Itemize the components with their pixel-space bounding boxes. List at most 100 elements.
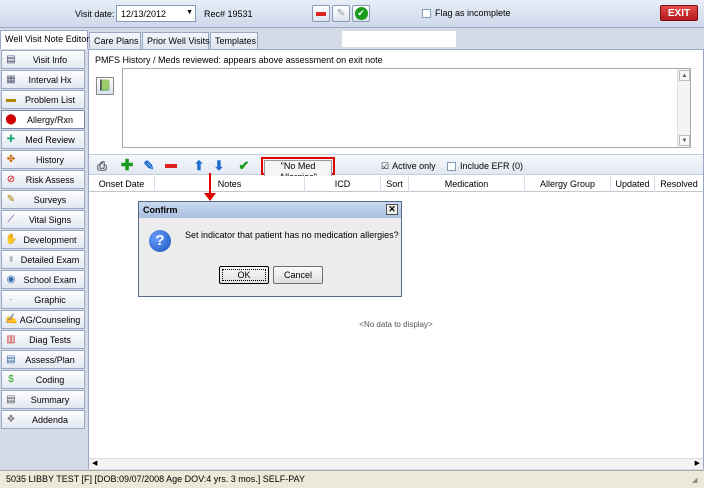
printer-icon[interactable]: ⎙	[94, 158, 110, 174]
include-efr-label: Include EFR (0)	[460, 161, 524, 171]
ok-button-label: OK	[222, 269, 266, 281]
sidebar-item-coding[interactable]: $ Coding	[1, 370, 85, 389]
med-review-icon: ✚	[6, 134, 16, 145]
remove-button[interactable]	[312, 5, 330, 22]
include-efr-option[interactable]: Include EFR (0)	[447, 161, 524, 172]
scroll-up-icon[interactable]: ▲	[679, 70, 690, 81]
risk-assess-icon: ⊘	[6, 174, 16, 185]
column-allergy-group[interactable]: Allergy Group	[525, 176, 611, 192]
surveys-icon: ✎	[6, 194, 16, 205]
move-down-icon[interactable]: ⬇	[211, 158, 227, 174]
tab-prior-well-visits[interactable]: Prior Well Visits	[142, 32, 210, 49]
tab-well-visit-note-editor[interactable]: Well Visit Note Editor	[0, 30, 89, 49]
sidebar-item-problem-list[interactable]: ▬ Problem List	[1, 90, 85, 109]
dialog-message: Set indicator that patient has no medica…	[185, 230, 399, 240]
add-icon[interactable]: ✚	[119, 158, 135, 174]
allergy-icon: ⬤	[5, 114, 17, 125]
no-med-allergies-button[interactable]: "No Med Allergies"	[261, 157, 335, 184]
flag-incomplete-checkbox[interactable]	[422, 9, 431, 19]
edit-button[interactable]: ✎	[332, 5, 350, 22]
cancel-button[interactable]: Cancel	[273, 266, 323, 284]
sidebar-item-assess-plan[interactable]: ▤ Assess/Plan	[1, 350, 85, 369]
sidebar-item-summary[interactable]: ▤ Summary	[1, 390, 85, 409]
sidebar-item-detailed-exam[interactable]: ♀ Detailed Exam	[1, 250, 85, 269]
sidebar-item-school-exam[interactable]: ◉ School Exam	[1, 270, 85, 289]
grid-horizontal-scrollbar[interactable]: ◀ ▶	[89, 458, 703, 469]
status-bar: 5035 LIBBY TEST [F] [DOB:09/07/2008 Age …	[0, 470, 704, 488]
coding-icon: $	[8, 374, 14, 385]
book-icon[interactable]: 📗	[96, 77, 114, 95]
tab-care-plans[interactable]: Care Plans	[89, 32, 141, 49]
scroll-right-icon[interactable]: ▶	[695, 459, 700, 469]
exit-button[interactable]: EXIT	[660, 5, 698, 21]
ok-button[interactable]: OK	[219, 266, 269, 284]
tab-bar: Well Visit Note Editor Care Plans Prior …	[0, 30, 704, 49]
minus-icon	[316, 12, 326, 16]
visit-info-icon: ▤	[6, 54, 16, 65]
pmfs-notes-textarea[interactable]: ▲ ▼	[122, 68, 691, 148]
column-notes[interactable]: Notes	[155, 176, 305, 192]
school-exam-icon: ◉	[6, 274, 16, 285]
allergy-grid-header: Onset Date Notes ICD Sort Medication All…	[89, 176, 703, 192]
diag-tests-icon: ▥	[6, 334, 16, 345]
column-sort[interactable]: Sort	[381, 176, 409, 192]
flag-incomplete-label: Flag as incomplete	[435, 8, 511, 18]
sidebar-item-ag-counseling[interactable]: ✍ AG/Counseling	[1, 310, 85, 329]
question-icon: ?	[149, 230, 171, 252]
sidebar-item-vital-signs[interactable]: ⟋ Vital Signs	[1, 210, 85, 229]
active-only-checkbox-checked-icon[interactable]: ☑	[381, 161, 389, 171]
sidebar-item-risk-assess[interactable]: ⊘ Risk Assess	[1, 170, 85, 189]
resize-grip-icon[interactable]: ◢	[692, 476, 702, 486]
detailed-exam-icon: ♀	[7, 254, 15, 265]
callout-arrow-head-icon	[204, 193, 216, 201]
scroll-down-icon[interactable]: ▼	[679, 135, 690, 146]
sidebar-item-development[interactable]: ✋ Development	[1, 230, 85, 249]
addenda-icon: ❖	[6, 414, 16, 425]
patient-info-text: 5035 LIBBY TEST [F] [DOB:09/07/2008 Age …	[6, 474, 305, 484]
delete-icon[interactable]	[163, 158, 179, 174]
confirm-button[interactable]: ✔	[352, 5, 370, 22]
sidebar-item-graphic[interactable]: · Graphic	[1, 290, 85, 309]
check-icon[interactable]: ✔	[236, 158, 252, 174]
rec-label: Rec# 19531	[204, 9, 253, 19]
close-icon[interactable]: ✕	[386, 204, 398, 215]
sidebar-item-surveys[interactable]: ✎ Surveys	[1, 190, 85, 209]
sidebar-item-diag-tests[interactable]: ▥ Diag Tests	[1, 330, 85, 349]
rec-value: 19531	[227, 9, 253, 19]
confirm-dialog: Confirm ✕ ? Set indicator that patient h…	[138, 201, 402, 297]
chevron-down-icon[interactable]: ▼	[186, 9, 193, 16]
tab-bar-blank-area	[342, 31, 456, 47]
move-up-icon[interactable]: ⬆	[191, 158, 207, 174]
pencil-icon: ✎	[336, 8, 346, 19]
sidebar: ▤ Visit Info ▦ Interval Hx ▬ Problem List ⬤…	[0, 49, 86, 429]
development-icon: ✋	[5, 234, 18, 245]
sidebar-item-allergy-rxn[interactable]: ⬤ Allergy/Rxn	[1, 110, 85, 129]
allergy-toolbar: ⎙ ✚ ✎ ⬆ ⬇ ✔ "No Med Allergies" ☑Active o…	[89, 154, 703, 184]
column-updated[interactable]: Updated	[611, 176, 655, 192]
pmfs-history-label: PMFS History / Meds reviewed: appears ab…	[95, 55, 383, 65]
dialog-title-bar: Confirm ✕	[139, 202, 401, 218]
include-efr-checkbox[interactable]	[447, 162, 456, 172]
edit-pencil-icon[interactable]: ✎	[141, 158, 157, 174]
visit-date-value: 12/13/2012	[121, 9, 167, 19]
sidebar-item-visit-info[interactable]: ▤ Visit Info	[1, 50, 85, 69]
flag-incomplete-option[interactable]: Flag as incomplete	[422, 8, 511, 19]
column-onset-date[interactable]: Onset Date	[89, 176, 155, 192]
tab-templates[interactable]: Templates	[210, 32, 258, 49]
sidebar-item-history[interactable]: ✤ History	[1, 150, 85, 169]
assess-plan-icon: ▤	[6, 354, 16, 365]
summary-icon: ▤	[6, 394, 16, 405]
visit-date-picker[interactable]: 12/13/2012 ▼	[116, 5, 196, 22]
sidebar-item-interval-hx[interactable]: ▦ Interval Hx	[1, 70, 85, 89]
active-only-option[interactable]: ☑ Active only	[381, 161, 436, 172]
column-resolved[interactable]: Resolved	[655, 176, 703, 192]
problem-list-icon: ▬	[6, 94, 16, 105]
sidebar-item-addenda[interactable]: ❖ Addenda	[1, 410, 85, 429]
notes-scrollbar[interactable]: ▲ ▼	[677, 69, 690, 147]
graphic-icon: ·	[9, 294, 13, 305]
sidebar-item-med-review[interactable]: ✚ Med Review	[1, 130, 85, 149]
scroll-left-icon[interactable]: ◀	[92, 459, 97, 469]
column-icd[interactable]: ICD	[305, 176, 381, 192]
history-icon: ✤	[6, 154, 16, 165]
column-medication[interactable]: Medication	[409, 176, 525, 192]
